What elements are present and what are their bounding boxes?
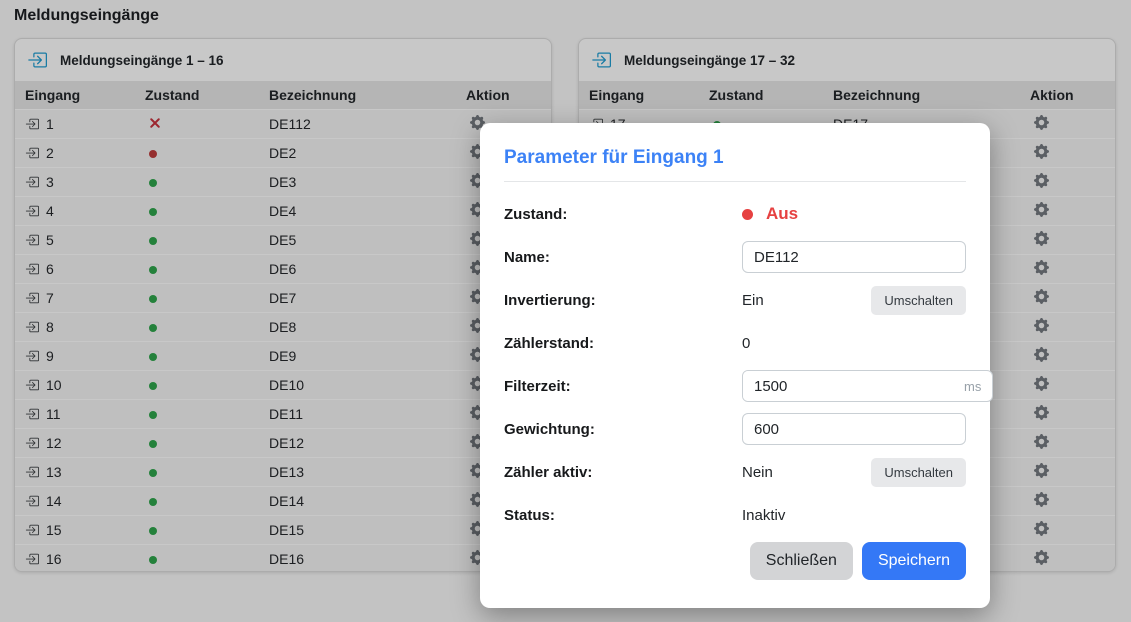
status-value: Inaktiv [742, 507, 785, 524]
dialog-title: Parameter für Eingang 1 [504, 143, 966, 182]
save-button[interactable]: Speichern [862, 542, 966, 580]
zustand-value: Aus [766, 204, 798, 224]
invertierung-value: Ein [742, 292, 764, 309]
name-label: Name: [504, 249, 742, 266]
state-off-dot [742, 209, 753, 220]
filterzeit-input[interactable] [743, 371, 964, 401]
gewichtung-input[interactable] [742, 413, 966, 445]
zaehler-aktiv-value: Nein [742, 464, 773, 481]
invertierung-toggle-button[interactable]: Umschalten [871, 286, 966, 315]
zaehlerstand-value: 0 [742, 335, 750, 352]
invertierung-label: Invertierung: [504, 292, 742, 309]
filterzeit-label: Filterzeit: [504, 378, 742, 395]
filterzeit-unit: ms [964, 379, 992, 394]
zaehlerstand-label: Zählerstand: [504, 335, 742, 352]
field-row-zaehler-aktiv: Zähler aktiv: Nein Umschalten [504, 456, 966, 488]
field-row-invertierung: Invertierung: Ein Umschalten [504, 284, 966, 316]
parameter-dialog: Parameter für Eingang 1 Zustand: Aus Nam… [480, 123, 990, 608]
field-row-gewichtung: Gewichtung: [504, 413, 966, 445]
zaehler-aktiv-label: Zähler aktiv: [504, 464, 742, 481]
zaehler-aktiv-toggle-button[interactable]: Umschalten [871, 458, 966, 487]
field-row-filterzeit: Filterzeit: ms [504, 370, 966, 402]
field-row-status: Status: Inaktiv [504, 499, 966, 531]
field-row-name: Name: [504, 241, 966, 273]
status-label: Status: [504, 507, 742, 524]
name-input[interactable] [742, 241, 966, 273]
dialog-footer: Schließen Speichern [504, 542, 966, 580]
zustand-label: Zustand: [504, 206, 742, 223]
gewichtung-label: Gewichtung: [504, 421, 742, 438]
close-button[interactable]: Schließen [750, 542, 853, 580]
field-row-zaehlerstand: Zählerstand: 0 [504, 327, 966, 359]
field-row-zustand: Zustand: Aus [504, 198, 966, 230]
